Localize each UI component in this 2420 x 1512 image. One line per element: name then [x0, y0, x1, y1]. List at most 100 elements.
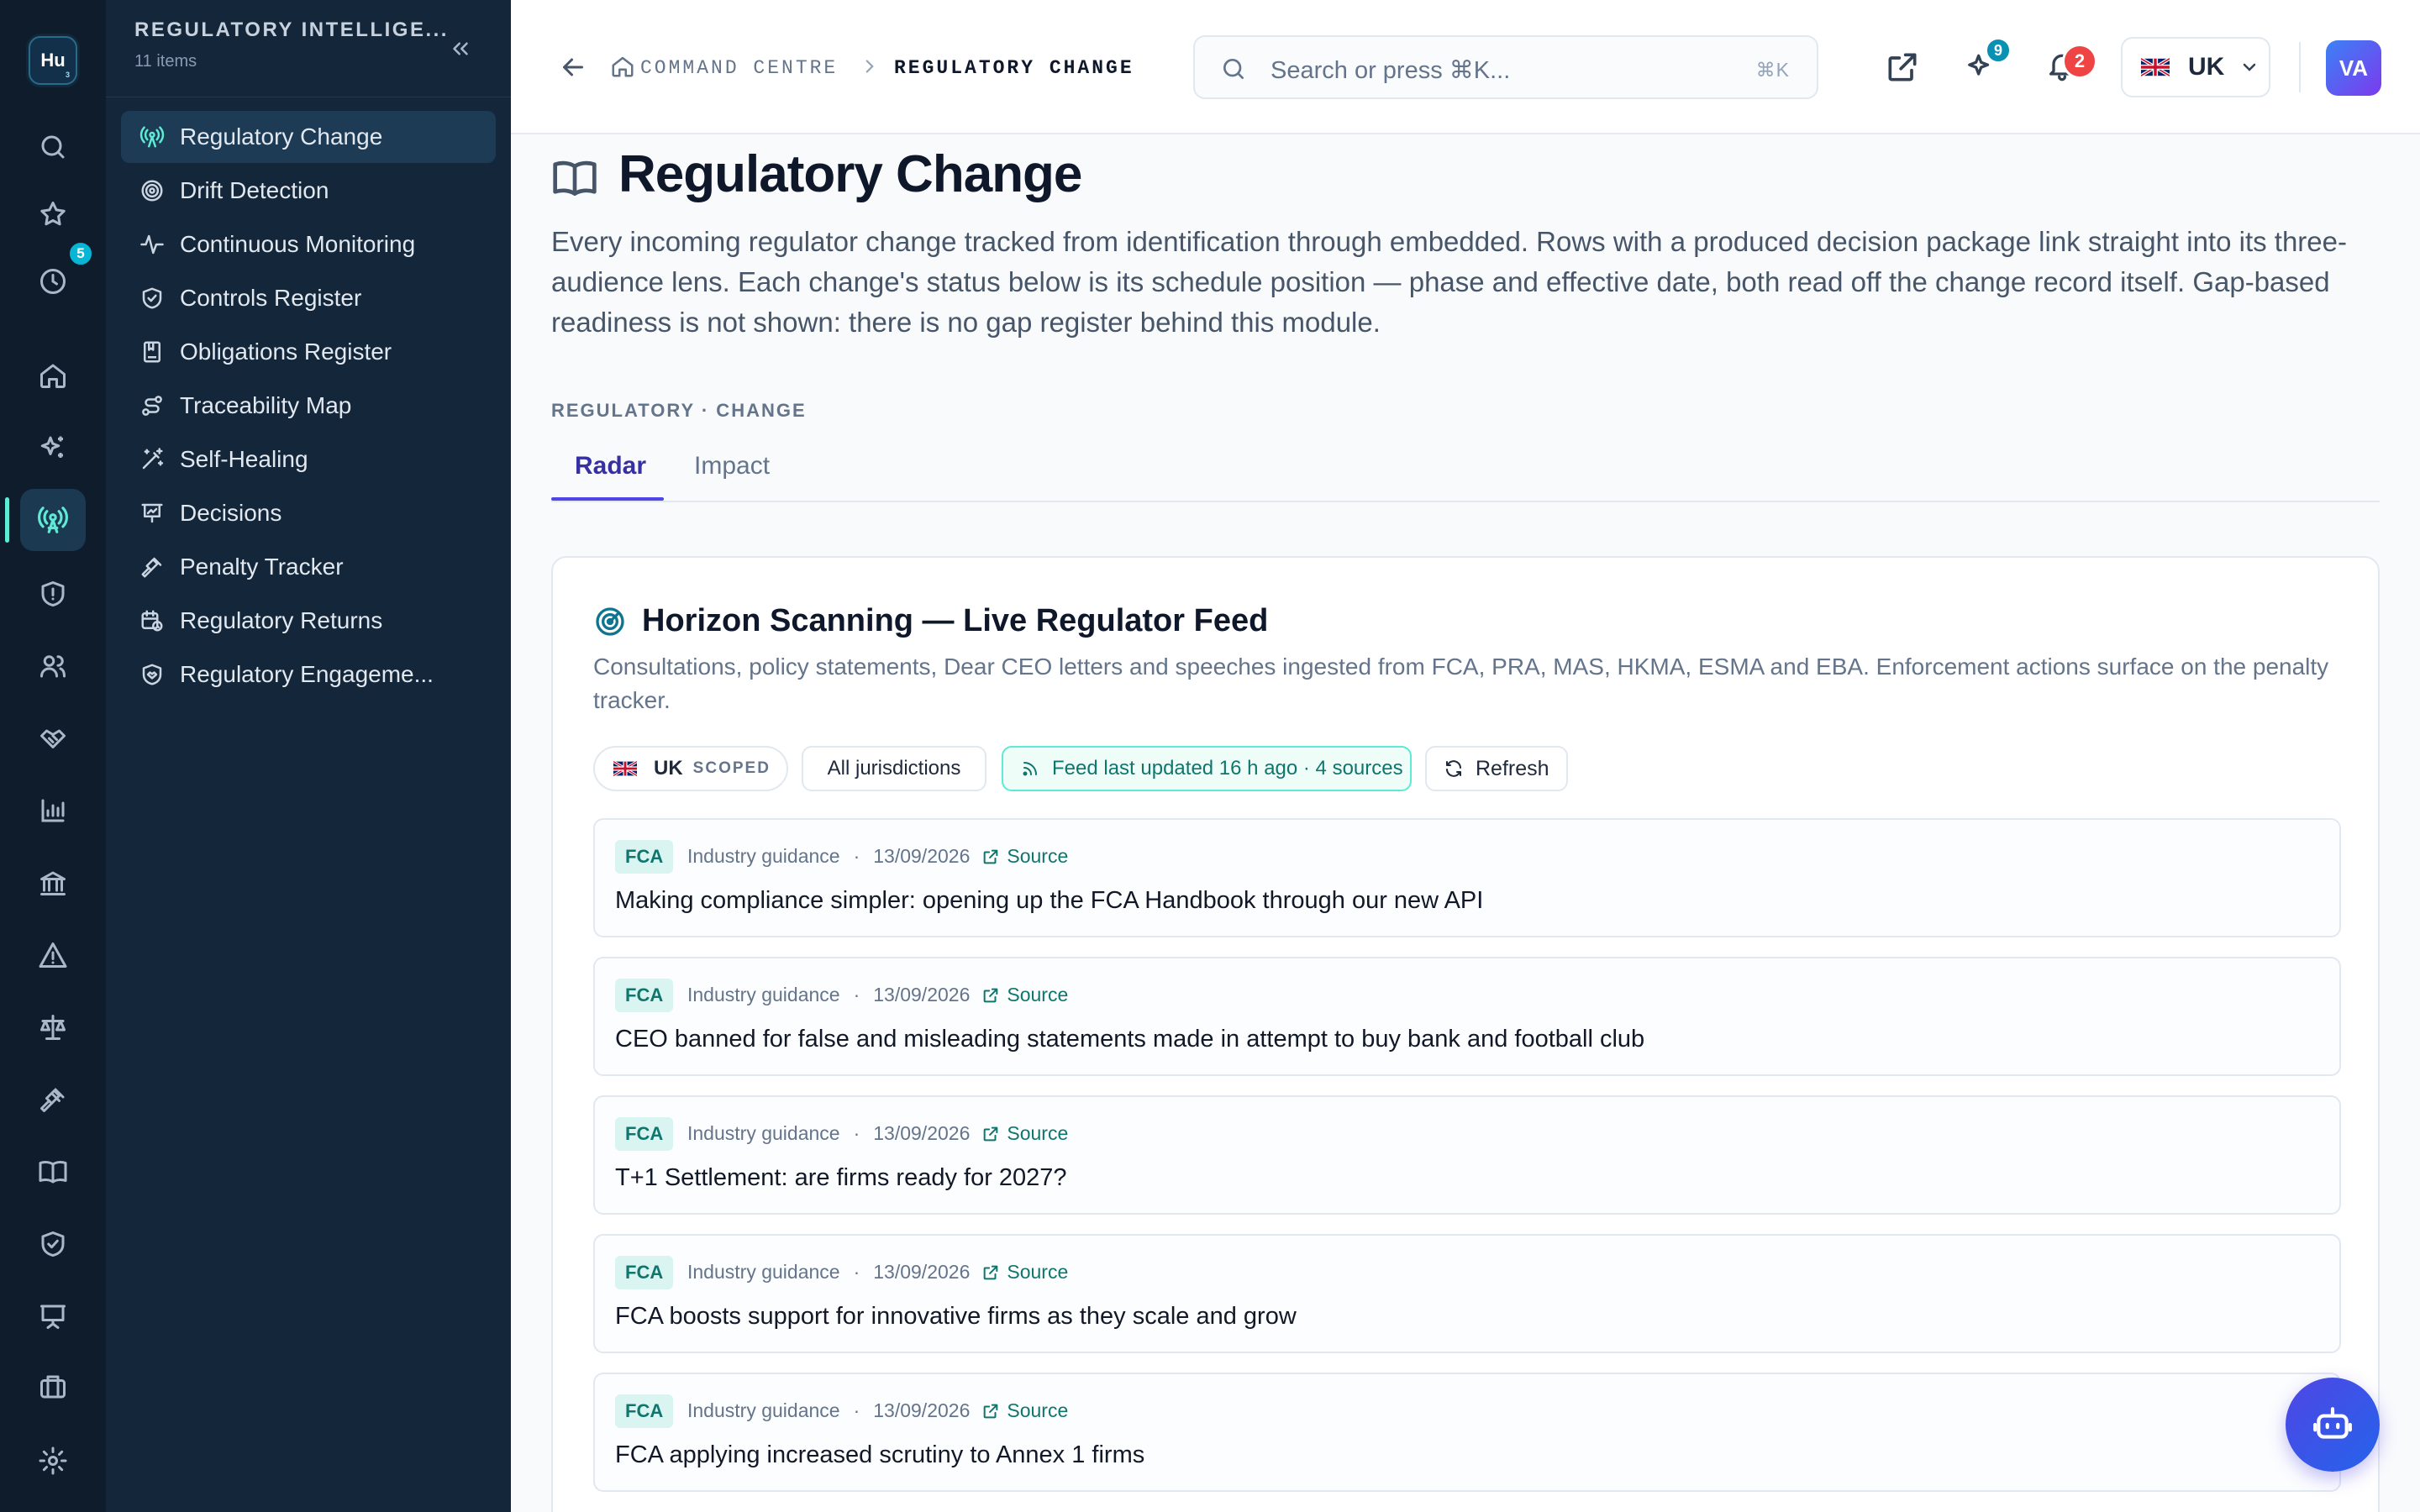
item-category: Industry guidance — [687, 984, 840, 1005]
refresh-label: Refresh — [1476, 756, 1549, 780]
radio-tower-icon — [38, 507, 68, 533]
user-avatar[interactable]: VA — [2326, 40, 2381, 96]
region-selector[interactable]: UK — [2121, 37, 2270, 97]
sidebar-item-decisions[interactable]: Decisions — [121, 487, 496, 539]
feed-item[interactable]: FCA Industry guidance · 13/09/2026 Source … — [593, 818, 2341, 937]
sidebar-item-drift-detection[interactable]: Drift Detection — [121, 165, 496, 217]
region-label: UK — [2188, 53, 2225, 81]
shield-check-icon — [41, 1231, 65, 1257]
notifications-badge: 2 — [2062, 44, 2097, 79]
external-link-icon — [984, 1126, 998, 1141]
rail-controls-button[interactable] — [20, 1213, 86, 1275]
rail-alerts-button[interactable] — [20, 924, 86, 986]
rail-regulatory-button[interactable] — [20, 489, 86, 551]
sidebar-item-label: Continuous Monitoring — [180, 231, 416, 257]
uk-flag-icon — [2141, 58, 2170, 76]
sidebar-item-obligations-register[interactable]: Obligations Register — [121, 326, 496, 378]
search-icon — [41, 135, 65, 159]
presentation-icon — [141, 503, 163, 523]
rail-home-button[interactable] — [20, 344, 86, 407]
sidebar-item-regulatory-change[interactable]: Regulatory Change — [121, 111, 496, 163]
item-meta: Industry guidance · 13/09/2026 Source — [687, 845, 1069, 868]
sidebar-item-regulatory-engagement[interactable]: Regulatory Engageme... — [121, 648, 496, 701]
item-title: T+1 Settlement: are firms ready for 2027… — [615, 1164, 1067, 1191]
item-meta: Industry guidance · 13/09/2026 Source — [687, 1399, 1069, 1422]
sidebar-item-count: 11 items — [134, 52, 197, 71]
external-link-icon — [984, 988, 998, 1002]
rail-people-button[interactable] — [20, 635, 86, 697]
sidebar-item-regulatory-returns[interactable]: Regulatory Returns — [121, 595, 496, 647]
radio-tower-icon — [139, 126, 165, 148]
rail-analytics-button[interactable] — [20, 780, 86, 842]
tab-impact[interactable]: Impact — [694, 452, 770, 480]
source-link[interactable]: Source — [981, 845, 1068, 868]
rail-institution-button[interactable] — [20, 852, 86, 914]
sidebar-item-label: Self-Healing — [180, 446, 308, 472]
breadcrumb-home-icon[interactable] — [610, 54, 635, 79]
rail-settings-button[interactable] — [20, 1430, 86, 1492]
rail-handshake-button[interactable] — [20, 707, 86, 769]
assistant-button[interactable] — [2286, 1378, 2380, 1472]
feed-item[interactable]: FCA Industry guidance · 13/09/2026 Source … — [593, 957, 2341, 1076]
sidebar-item-penalty-tracker[interactable]: Penalty Tracker — [121, 541, 496, 593]
sparkles-icon — [40, 436, 63, 458]
rail-enforcement-button[interactable] — [20, 1068, 86, 1131]
rail-risk-button[interactable] — [20, 563, 86, 625]
book-open-icon — [39, 1161, 67, 1184]
source-link[interactable]: Source — [981, 1122, 1068, 1145]
source-link[interactable]: Source — [981, 1399, 1068, 1422]
rail-legal-button[interactable] — [20, 996, 86, 1058]
gavel-icon — [40, 1088, 65, 1112]
rail-search-button[interactable] — [20, 116, 86, 178]
back-button[interactable] — [558, 52, 588, 82]
feed-item[interactable]: FCA Industry guidance · 13/09/2026 Source … — [593, 1095, 2341, 1215]
radar-icon — [593, 605, 627, 638]
bar-chart-icon — [41, 799, 65, 822]
breadcrumb-current: REGULATORY CHANGE — [894, 57, 1134, 79]
sidebar-item-label: Regulatory Engageme... — [180, 661, 434, 687]
sidebar-item-traceability-map[interactable]: Traceability Map — [121, 380, 496, 432]
rail-favorites-button[interactable] — [20, 183, 86, 245]
open-external-button[interactable] — [1884, 49, 1921, 86]
rail-library-button[interactable] — [20, 1141, 86, 1203]
logo-text: Hu — [40, 50, 66, 71]
sidebar-item-continuous-monitoring[interactable]: Continuous Monitoring — [121, 218, 496, 270]
book-bookmark-icon — [144, 341, 160, 363]
search-input[interactable]: Search or press ⌘K... ⌘K — [1193, 35, 1818, 99]
item-category: Industry guidance — [687, 1261, 840, 1283]
feed-item[interactable]: FCA Industry guidance · 13/09/2026 Source … — [593, 1234, 2341, 1353]
rail-ai-button[interactable] — [20, 417, 86, 479]
search-placeholder: Search or press ⌘K... — [1270, 57, 1511, 84]
breadcrumb-parent[interactable]: COMMAND CENTRE — [640, 57, 838, 79]
tab-radar[interactable]: Radar — [575, 452, 646, 480]
sidebar-item-label: Regulatory Change — [180, 123, 383, 150]
external-link-icon — [984, 849, 998, 864]
item-category: Industry guidance — [687, 1399, 840, 1421]
feed-status-chip: Feed last updated 16 h ago · 4 sources — [1002, 746, 1412, 791]
item-date: 13/09/2026 — [873, 1399, 971, 1421]
warning-icon — [39, 942, 67, 968]
sidebar-item-controls-register[interactable]: Controls Register — [121, 272, 496, 324]
item-meta: Industry guidance · 13/09/2026 Source — [687, 1261, 1069, 1284]
source-link[interactable]: Source — [981, 984, 1068, 1006]
presentation-icon — [40, 1305, 66, 1329]
feed-item[interactable]: FCA Industry guidance · 13/09/2026 Source … — [593, 1373, 2341, 1492]
home-icon — [40, 364, 66, 388]
rail-portfolio-button[interactable] — [20, 1356, 86, 1418]
chip-scoped-label: SCOPED — [692, 759, 771, 777]
bank-icon — [40, 871, 66, 895]
sidebar-item-self-healing[interactable]: Self-Healing — [121, 433, 496, 486]
source-link[interactable]: Source — [981, 1261, 1068, 1284]
history-badge: 5 — [67, 240, 94, 267]
calendar-clock-icon — [141, 610, 163, 632]
sidebar-collapse-button[interactable] — [445, 34, 476, 64]
app-logo[interactable]: Hu 3 — [29, 36, 77, 85]
regulator-badge: FCA — [615, 1394, 674, 1428]
robot-icon — [2313, 1407, 2352, 1439]
item-category: Industry guidance — [687, 845, 840, 867]
all-jurisdictions-button[interactable]: All jurisdictions — [802, 746, 986, 791]
region-scope-chip[interactable]: UK SCOPED — [593, 746, 788, 791]
refresh-button[interactable]: Refresh — [1425, 746, 1568, 791]
item-title: CEO banned for false and misleading stat… — [615, 1026, 1645, 1053]
rail-presentation-button[interactable] — [20, 1285, 86, 1347]
